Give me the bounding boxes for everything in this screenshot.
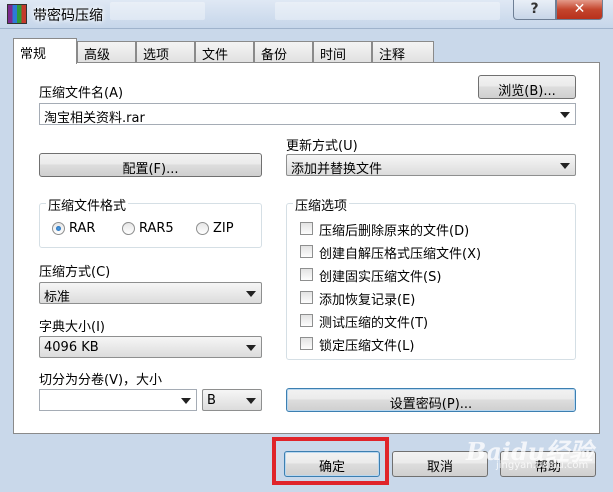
- profiles-button-label: 配置(F)...: [122, 162, 179, 177]
- chevron-down-icon[interactable]: [246, 291, 256, 297]
- set-password-button[interactable]: 设置密码(P)...: [286, 388, 576, 412]
- update-mode-value: 添加并替换文件: [291, 162, 383, 177]
- compression-method-label: 压缩方式(C): [39, 265, 111, 280]
- tab-options[interactable]: 选项: [136, 41, 195, 63]
- archive-format-title: 压缩文件格式: [46, 195, 129, 214]
- radio-rar5[interactable]: [122, 222, 135, 235]
- tab-files[interactable]: 文件: [195, 41, 254, 63]
- checkbox-delete-after[interactable]: [300, 222, 313, 235]
- split-unit-value: B: [207, 393, 216, 408]
- profiles-button[interactable]: 配置(F)...: [39, 153, 262, 177]
- dictionary-size-value: 4096 KB: [44, 340, 99, 355]
- ok-button-highlight-annotation: [272, 437, 389, 485]
- checkbox-delete-after-label: 压缩后删除原来的文件(D): [319, 224, 470, 239]
- checkbox-test-files-label: 测试压缩的文件(T): [319, 316, 429, 331]
- background-window-ghost: [110, 2, 205, 20]
- chevron-down-icon[interactable]: [560, 112, 570, 118]
- checkbox-recovery-record-label: 添加恢复记录(E): [319, 293, 416, 308]
- tab-advanced[interactable]: 高级: [77, 41, 136, 63]
- window-title: 带密码压缩: [33, 8, 103, 24]
- chevron-down-icon[interactable]: [560, 163, 570, 169]
- radio-rar-label: RAR: [69, 221, 96, 236]
- chevron-down-icon[interactable]: [246, 345, 256, 351]
- checkbox-test-files[interactable]: [300, 314, 313, 327]
- radio-rar5-label: RAR5: [139, 221, 174, 236]
- compression-method-select[interactable]: 标准: [39, 282, 262, 305]
- checkbox-solid-label: 创建固实压缩文件(S): [319, 270, 442, 285]
- browse-button-label: 浏览(B)...: [498, 84, 556, 99]
- cancel-button-label: 取消: [426, 460, 453, 475]
- radio-zip-label: ZIP: [213, 221, 234, 236]
- help-title-button[interactable]: ?: [513, 0, 556, 20]
- winrar-app-icon: [7, 4, 27, 24]
- checkbox-sfx-label: 创建自解压格式压缩文件(X): [319, 247, 482, 262]
- radio-rar[interactable]: [52, 222, 65, 235]
- watermark-url: jingyan.baidu.com: [496, 460, 589, 471]
- chevron-down-icon[interactable]: [181, 398, 191, 404]
- checkbox-lock-archive[interactable]: [300, 337, 313, 350]
- title-bar: 带密码压缩 ? ✕: [0, 0, 613, 29]
- compression-method-value: 标准: [44, 290, 71, 305]
- archive-options-title: 压缩选项: [293, 195, 350, 214]
- archive-name-label: 压缩文件名(A): [39, 86, 124, 101]
- close-window-button[interactable]: ✕: [556, 0, 603, 20]
- radio-zip[interactable]: [196, 222, 209, 235]
- checkbox-solid[interactable]: [300, 268, 313, 281]
- checkbox-lock-archive-label: 锁定压缩文件(L): [319, 339, 415, 354]
- checkbox-sfx[interactable]: [300, 245, 313, 258]
- split-volumes-label: 切分为分卷(V)，大小: [39, 373, 163, 388]
- update-mode-label: 更新方式(U): [286, 139, 358, 154]
- split-unit-select[interactable]: B: [202, 389, 262, 411]
- archive-name-value: 淘宝相关资料.rar: [44, 111, 145, 126]
- split-size-combo[interactable]: [39, 389, 197, 411]
- chevron-down-icon[interactable]: [246, 398, 256, 404]
- dictionary-size-select[interactable]: 4096 KB: [39, 336, 262, 358]
- checkbox-recovery-record[interactable]: [300, 291, 313, 304]
- general-tab-panel: 压缩文件名(A) 浏览(B)... 淘宝相关资料.rar 更新方式(U) 配置(…: [13, 62, 600, 434]
- tab-time[interactable]: 时间: [313, 41, 372, 63]
- dictionary-size-label: 字典大小(I): [39, 320, 105, 335]
- update-mode-select[interactable]: 添加并替换文件: [286, 154, 576, 177]
- tab-comment[interactable]: 注释: [372, 41, 434, 63]
- archive-name-combo[interactable]: 淘宝相关资料.rar: [39, 103, 576, 126]
- set-password-button-label: 设置密码(P)...: [389, 397, 473, 412]
- tab-backup[interactable]: 备份: [254, 41, 313, 63]
- browse-button[interactable]: 浏览(B)...: [478, 75, 576, 99]
- background-window-ghost: [275, 2, 500, 20]
- tab-general[interactable]: 常规: [13, 38, 77, 64]
